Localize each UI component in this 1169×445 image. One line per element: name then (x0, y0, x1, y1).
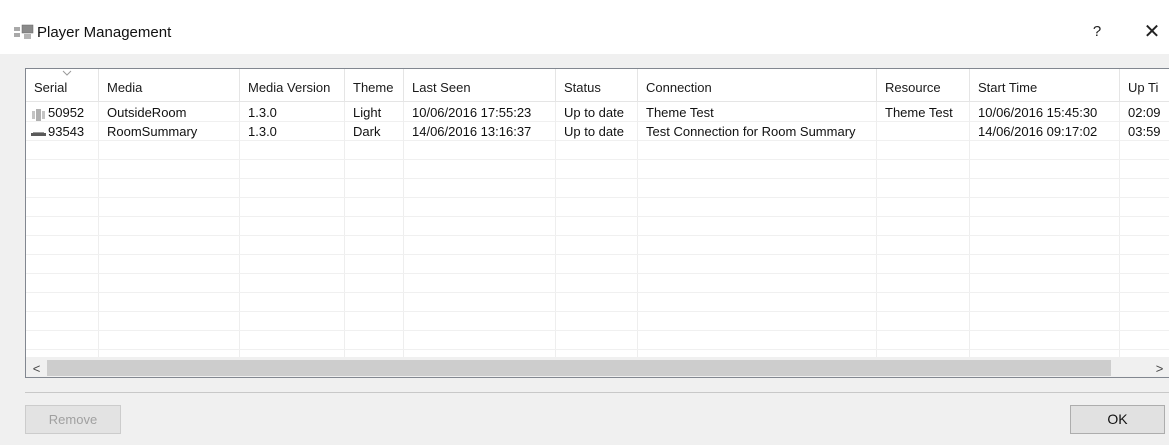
column-header-media[interactable]: Media (99, 69, 240, 102)
cell-media: OutsideRoom (99, 104, 240, 122)
cell-start-time: 14/06/2016 09:17:02 (970, 123, 1120, 141)
player-management-icon (14, 24, 34, 40)
empty-row (26, 237, 1169, 255)
help-button[interactable]: ? (1087, 20, 1107, 44)
cell-start-time: 10/06/2016 15:45:30 (970, 104, 1120, 122)
cell-last-seen: 14/06/2016 13:16:37 (404, 123, 556, 141)
cell-up-time: 03:59 (1128, 124, 1161, 139)
player-device-icon (31, 108, 46, 121)
column-header-up-time[interactable]: Up Ti (1120, 69, 1169, 102)
column-header-theme[interactable]: Theme (345, 69, 404, 102)
footer-separator (25, 392, 1169, 393)
title-bar: Player Management ? ✕ (0, 0, 1169, 54)
empty-row (26, 142, 1169, 160)
column-header-start-time[interactable]: Start Time (970, 69, 1120, 102)
empty-row (26, 313, 1169, 331)
cell-theme: Dark (345, 123, 404, 141)
column-header-last-seen[interactable]: Last Seen (404, 69, 556, 102)
cell-media-version: 1.3.0 (240, 104, 345, 122)
empty-row (26, 332, 1169, 350)
cell-resource: Theme Test (877, 104, 970, 122)
close-button[interactable]: ✕ (1140, 20, 1164, 44)
column-header-serial[interactable]: Serial (26, 69, 99, 102)
empty-row (26, 256, 1169, 274)
empty-row (26, 180, 1169, 198)
column-header-status[interactable]: Status (556, 69, 638, 102)
column-header-resource[interactable]: Resource (877, 69, 970, 102)
empty-row (26, 161, 1169, 179)
empty-row (26, 275, 1169, 293)
cell-up-time: 02:09 (1128, 105, 1161, 120)
cell-connection: Theme Test (638, 104, 877, 122)
empty-row (26, 199, 1169, 217)
column-header-connection[interactable]: Connection (638, 69, 877, 102)
cell-last-seen: 10/06/2016 17:55:23 (404, 104, 556, 122)
empty-row (26, 294, 1169, 312)
empty-row (26, 218, 1169, 236)
serial-value: 93543 (48, 124, 85, 139)
cell-serial: 93543 (26, 123, 99, 141)
cell-resource (877, 123, 970, 141)
horizontal-scrollbar[interactable]: < > (26, 357, 1169, 377)
cell-serial: 50952 (26, 104, 99, 122)
column-header-row: Serial Media Media Version Theme Last Se… (26, 69, 1169, 102)
column-header-media-version[interactable]: Media Version (240, 69, 345, 102)
cell-connection: Test Connection for Room Summary (638, 123, 877, 141)
table-row[interactable]: 50952 OutsideRoom 1.3.0 Light 10/06/2016… (26, 104, 1169, 122)
scroll-right-button[interactable]: > (1149, 358, 1169, 377)
player-list[interactable]: Serial Media Media Version Theme Last Se… (25, 68, 1169, 378)
window-title: Player Management (37, 24, 172, 41)
scroll-left-button[interactable]: < (26, 358, 47, 377)
scroll-thumb[interactable] (47, 360, 1111, 376)
table-row[interactable]: 93543 RoomSummary 1.3.0 Dark 14/06/2016 … (26, 123, 1169, 141)
cell-status: Up to date (556, 123, 638, 141)
cell-theme: Light (345, 104, 404, 122)
ok-button[interactable]: OK (1070, 405, 1165, 434)
serial-value: 50952 (48, 105, 85, 120)
player-device-flat-icon (31, 127, 46, 139)
cell-status: Up to date (556, 104, 638, 122)
cell-media-version: 1.3.0 (240, 123, 345, 141)
player-list-content: Serial Media Media Version Theme Last Se… (26, 69, 1169, 357)
cell-media: RoomSummary (99, 123, 240, 141)
remove-button[interactable]: Remove (25, 405, 121, 434)
